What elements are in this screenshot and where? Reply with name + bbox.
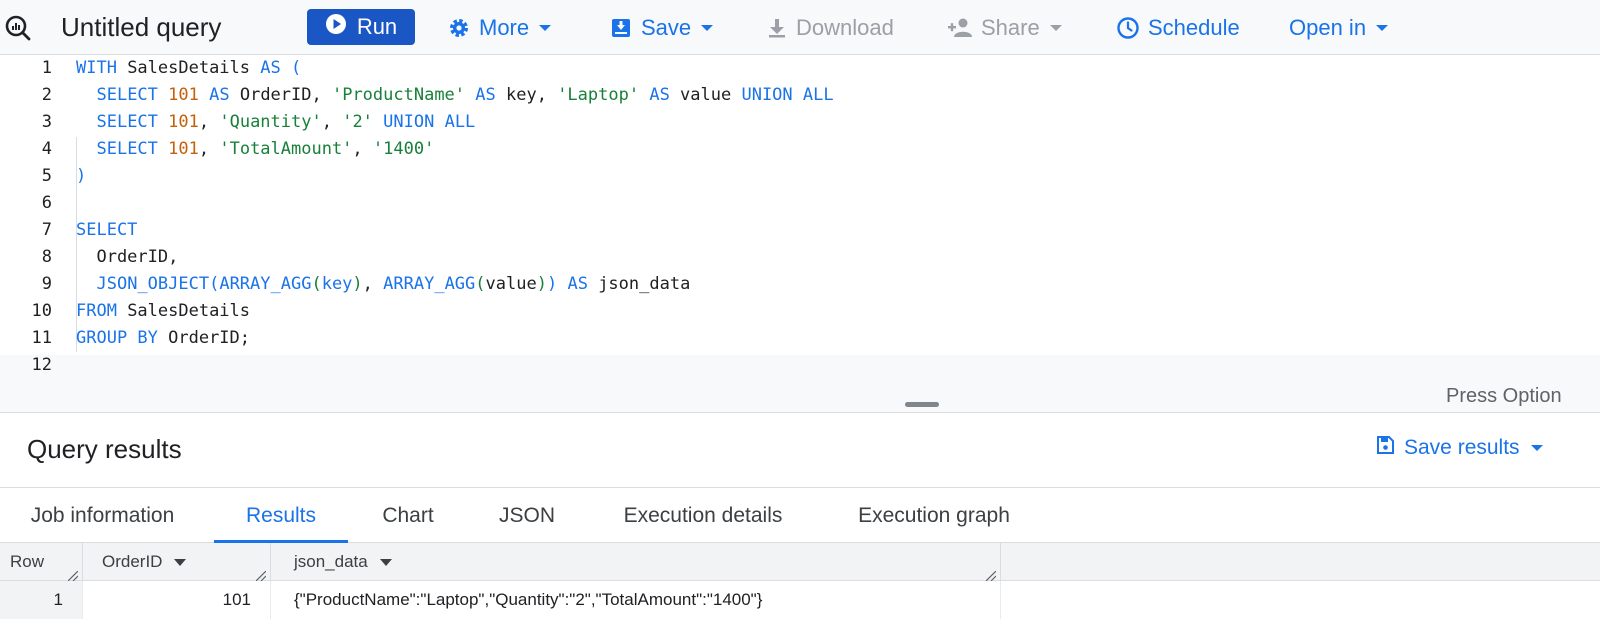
resize-handle-icon[interactable] bbox=[67, 566, 79, 582]
orderid-cell[interactable]: 101 bbox=[83, 581, 271, 619]
code-text: SELECT 101, 'Quantity', '2' UNION ALL bbox=[96, 112, 476, 132]
person-add-icon bbox=[947, 17, 973, 39]
drag-handle-icon[interactable] bbox=[905, 402, 939, 407]
tab-json[interactable]: JSON bbox=[473, 489, 581, 543]
line-number: 6 bbox=[41, 193, 52, 213]
code-text: ) bbox=[76, 166, 87, 186]
line-number: 4 bbox=[41, 139, 52, 159]
json-data-cell[interactable]: {"ProductName":"Laptop","Quantity":"2","… bbox=[271, 581, 1001, 619]
open-in-label: Open in bbox=[1289, 14, 1367, 40]
column-header-row: Row bbox=[0, 543, 83, 582]
schedule-button[interactable]: Schedule bbox=[1116, 0, 1240, 55]
line-number: 2 bbox=[41, 85, 52, 105]
code-line: 11 GROUP BY OrderID; bbox=[0, 325, 1600, 352]
code-line: 4 SELECT 101, 'TotalAmount', '1400' bbox=[0, 136, 1600, 163]
line-number: 8 bbox=[41, 247, 52, 267]
results-header: Query results Save results bbox=[0, 414, 1600, 488]
tab-job-information[interactable]: Job information bbox=[0, 489, 205, 543]
code-line: 3 SELECT 101, 'Quantity', '2' UNION ALL bbox=[0, 109, 1600, 136]
sql-editor[interactable]: 1 WITH SalesDetails AS ( 2 SELECT 101 AS… bbox=[0, 55, 1600, 382]
line-number: 3 bbox=[41, 112, 52, 132]
run-label: Run bbox=[356, 14, 398, 39]
line-number: 12 bbox=[31, 355, 52, 375]
share-label: Share bbox=[981, 14, 1040, 40]
code-line: 7 SELECT bbox=[0, 217, 1600, 244]
line-number: 10 bbox=[31, 301, 52, 321]
column-menu-icon[interactable] bbox=[379, 558, 392, 566]
table-row[interactable]: 1 101 {"ProductName":"Laptop","Quantity"… bbox=[0, 581, 1600, 619]
play-circle-icon bbox=[325, 13, 347, 41]
schedule-label: Schedule bbox=[1148, 14, 1240, 40]
code-text: GROUP BY OrderID; bbox=[76, 328, 251, 348]
code-line: 9 JSON_OBJECT(ARRAY_AGG(key), ARRAY_AGG(… bbox=[0, 271, 1600, 298]
code-text: JSON_OBJECT(ARRAY_AGG(key), ARRAY_AGG(va… bbox=[96, 274, 691, 294]
share-menu-button[interactable]: Share bbox=[947, 0, 1062, 55]
tab-execution-graph[interactable]: Execution graph bbox=[835, 489, 1033, 543]
resize-handle-icon[interactable] bbox=[985, 566, 997, 582]
save-results-label: Save results bbox=[1404, 436, 1520, 459]
code-text: OrderID, bbox=[76, 247, 179, 267]
keyboard-hint: Press Option bbox=[1446, 385, 1562, 407]
code-text: SELECT 101, 'TotalAmount', '1400' bbox=[96, 139, 435, 159]
line-number: 5 bbox=[41, 166, 52, 186]
run-button[interactable]: Run bbox=[307, 9, 415, 45]
line-number: 9 bbox=[41, 274, 52, 294]
line-number: 11 bbox=[31, 328, 52, 348]
gear-icon bbox=[447, 16, 471, 40]
code-line: 2 SELECT 101 AS OrderID, 'ProductName' A… bbox=[0, 82, 1600, 109]
floppy-icon bbox=[1375, 435, 1395, 461]
query-toolbar: Untitled query Run More Save Download Sh… bbox=[0, 0, 1600, 55]
row-number-cell: 1 bbox=[0, 581, 83, 619]
resize-handle-icon[interactable] bbox=[255, 566, 267, 582]
column-header-orderid[interactable]: OrderID bbox=[83, 543, 271, 582]
code-text: SELECT bbox=[76, 220, 138, 240]
line-number: 7 bbox=[41, 220, 52, 240]
code-text: WITH SalesDetails AS ( bbox=[76, 58, 302, 78]
tab-results[interactable]: Results bbox=[214, 489, 348, 543]
more-label: More bbox=[479, 14, 530, 40]
code-line: 6 bbox=[0, 190, 1600, 217]
results-title: Query results bbox=[27, 434, 182, 464]
code-line: 1 WITH SalesDetails AS ( bbox=[0, 55, 1600, 82]
query-magnifier-icon bbox=[4, 14, 32, 42]
save-download-icon bbox=[609, 16, 633, 40]
download-icon bbox=[766, 17, 788, 39]
code-text: FROM SalesDetails bbox=[76, 301, 251, 321]
save-results-button[interactable]: Save results bbox=[1375, 435, 1543, 461]
results-tabs: Job information Results Chart JSON Execu… bbox=[0, 489, 1600, 543]
column-header-json-data[interactable]: json_data bbox=[271, 543, 1001, 582]
tab-chart[interactable]: Chart bbox=[357, 489, 459, 543]
save-menu-button[interactable]: Save bbox=[609, 0, 714, 55]
line-number: 1 bbox=[41, 58, 52, 78]
column-header-label: Row bbox=[10, 552, 45, 571]
download-button[interactable]: Download bbox=[766, 0, 894, 55]
chevron-down-icon bbox=[1530, 445, 1543, 451]
code-line: 10 FROM SalesDetails bbox=[0, 298, 1600, 325]
column-menu-icon[interactable] bbox=[174, 558, 187, 566]
query-title[interactable]: Untitled query bbox=[61, 0, 221, 55]
more-menu-button[interactable]: More bbox=[447, 0, 552, 55]
chevron-down-icon bbox=[1049, 24, 1062, 31]
code-line: 12 bbox=[0, 352, 1600, 379]
column-header-label: json_data bbox=[294, 552, 368, 571]
code-line: 8 OrderID, bbox=[0, 244, 1600, 271]
tab-execution-details[interactable]: Execution details bbox=[602, 489, 804, 543]
column-header-label: OrderID bbox=[102, 552, 163, 571]
open-in-menu-button[interactable]: Open in bbox=[1289, 0, 1389, 55]
clock-icon bbox=[1116, 16, 1140, 40]
results-table: Row OrderID json_data 1 101 {"ProductNam… bbox=[0, 543, 1600, 631]
code-text: SELECT 101 AS OrderID, 'ProductName' AS … bbox=[96, 85, 834, 105]
save-label: Save bbox=[641, 14, 692, 40]
chevron-down-icon bbox=[1376, 24, 1389, 31]
table-header-row: Row OrderID json_data bbox=[0, 543, 1600, 582]
code-line: 5 ) bbox=[0, 163, 1600, 190]
download-label: Download bbox=[796, 14, 894, 40]
chevron-down-icon bbox=[701, 24, 714, 31]
editor-results-splitter: Press Option bbox=[0, 382, 1600, 413]
chevron-down-icon bbox=[539, 24, 552, 31]
